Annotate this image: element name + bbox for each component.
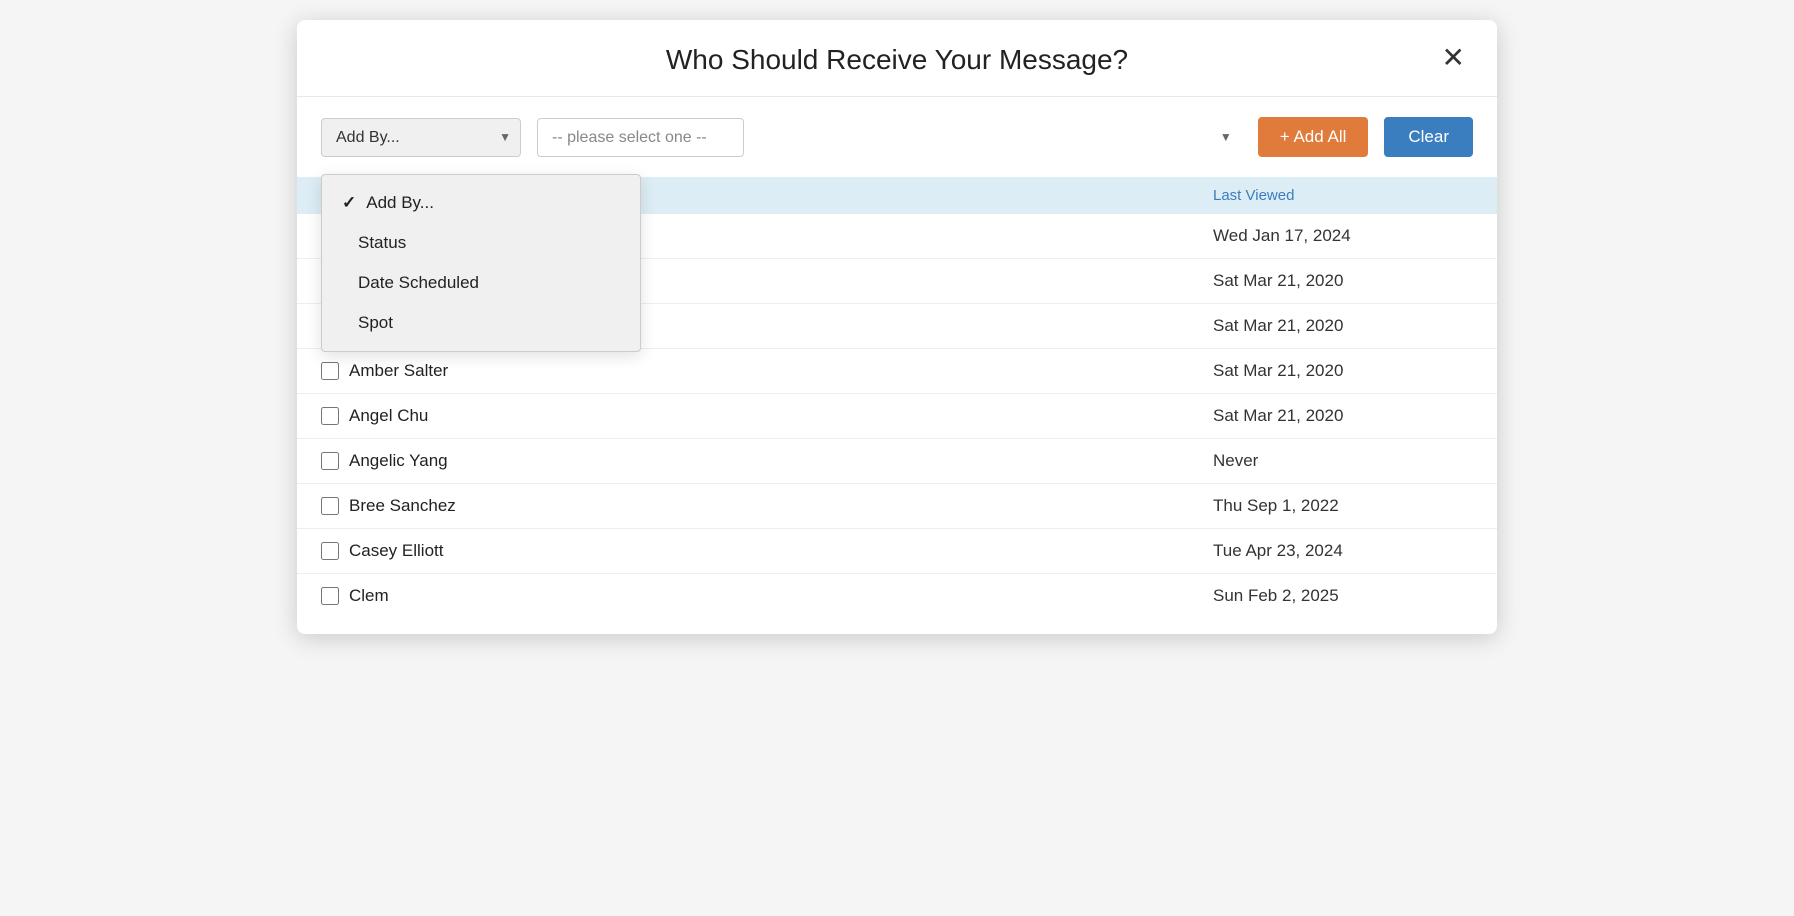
row-date-7: Tue Apr 23, 2024 bbox=[1213, 541, 1473, 561]
table-row: Amber Salter Sat Mar 21, 2020 bbox=[297, 349, 1497, 394]
row-checkbox-5[interactable] bbox=[321, 452, 339, 470]
row-checkbox-4[interactable] bbox=[321, 407, 339, 425]
modal: Who Should Receive Your Message? ✕ Add B… bbox=[297, 20, 1497, 634]
select-one-wrapper: -- please select one -- ▼ bbox=[537, 118, 1242, 157]
modal-header: Who Should Receive Your Message? ✕ bbox=[297, 20, 1497, 97]
dropdown-item-spot[interactable]: Spot bbox=[322, 303, 640, 343]
row-date-2: Sat Mar 21, 2020 bbox=[1213, 316, 1473, 336]
table-row: Clem Sun Feb 2, 2025 bbox=[297, 574, 1497, 618]
dropdown-item-add-by[interactable]: Add By... bbox=[322, 183, 640, 223]
row-name-3: Amber Salter bbox=[349, 361, 1213, 381]
select-one-chevron-icon: ▼ bbox=[1220, 130, 1232, 144]
dropdown-item-status[interactable]: Status bbox=[322, 223, 640, 263]
row-date-5: Never bbox=[1213, 451, 1473, 471]
row-date-1: Sat Mar 21, 2020 bbox=[1213, 271, 1473, 291]
row-checkbox-8[interactable] bbox=[321, 587, 339, 605]
table-row: Casey Elliott Tue Apr 23, 2024 bbox=[297, 529, 1497, 574]
row-checkbox-7[interactable] bbox=[321, 542, 339, 560]
table-row: Angelic Yang Never bbox=[297, 439, 1497, 484]
add-all-button[interactable]: + Add All bbox=[1258, 117, 1369, 157]
controls-row: Add By... Status Date Scheduled Spot ▼ A… bbox=[297, 97, 1497, 177]
row-date-3: Sat Mar 21, 2020 bbox=[1213, 361, 1473, 381]
row-name-5: Angelic Yang bbox=[349, 451, 1213, 471]
row-name-8: Clem bbox=[349, 586, 1213, 606]
row-date-0: Wed Jan 17, 2024 bbox=[1213, 226, 1473, 246]
table-row: Bree Sanchez Thu Sep 1, 2022 bbox=[297, 484, 1497, 529]
dropdown-item-date-scheduled[interactable]: Date Scheduled bbox=[322, 263, 640, 303]
add-by-select[interactable]: Add By... Status Date Scheduled Spot bbox=[321, 118, 521, 157]
row-checkbox-3[interactable] bbox=[321, 362, 339, 380]
add-by-dropdown-menu: Add By... Status Date Scheduled Spot bbox=[321, 174, 641, 352]
modal-title: Who Should Receive Your Message? bbox=[666, 44, 1128, 76]
clear-button[interactable]: Clear bbox=[1384, 117, 1473, 157]
table-row: Angel Chu Sat Mar 21, 2020 bbox=[297, 394, 1497, 439]
col-last-viewed-header: Last Viewed bbox=[1213, 187, 1473, 204]
row-checkbox-6[interactable] bbox=[321, 497, 339, 515]
row-name-7: Casey Elliott bbox=[349, 541, 1213, 561]
select-one-select[interactable]: -- please select one -- bbox=[537, 118, 744, 157]
add-by-wrapper: Add By... Status Date Scheduled Spot ▼ A… bbox=[321, 118, 521, 157]
close-button[interactable]: ✕ bbox=[1434, 40, 1473, 76]
row-name-6: Bree Sanchez bbox=[349, 496, 1213, 516]
row-date-8: Sun Feb 2, 2025 bbox=[1213, 586, 1473, 606]
row-name-4: Angel Chu bbox=[349, 406, 1213, 426]
row-date-6: Thu Sep 1, 2022 bbox=[1213, 496, 1473, 516]
row-date-4: Sat Mar 21, 2020 bbox=[1213, 406, 1473, 426]
